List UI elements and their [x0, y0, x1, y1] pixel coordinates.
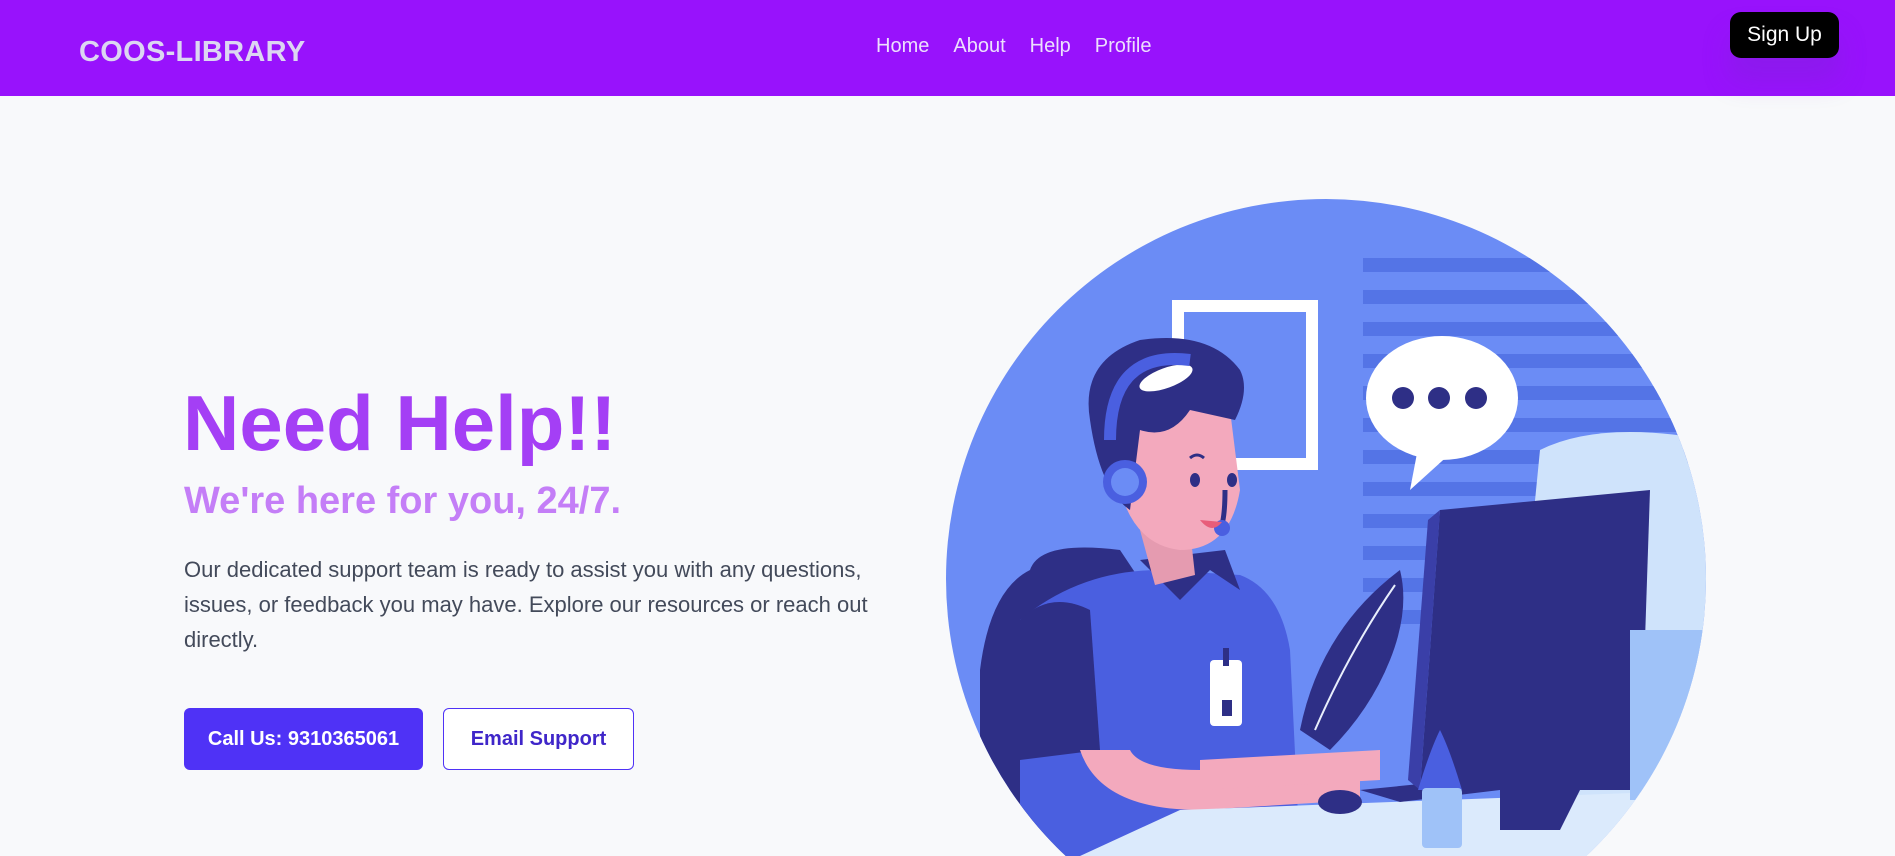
- nav-link-home[interactable]: Home: [876, 35, 929, 58]
- hero-subtitle: We're here for you, 24/7.: [184, 480, 622, 522]
- hero-title: Need Help!!: [183, 379, 617, 467]
- sign-up-button[interactable]: Sign Up: [1730, 12, 1839, 58]
- nav-link-about[interactable]: About: [953, 35, 1005, 58]
- nav-links: Home About Help Profile: [876, 35, 1151, 58]
- nav-link-help[interactable]: Help: [1030, 35, 1071, 58]
- support-agent-illustration: [940, 190, 1710, 856]
- call-us-button[interactable]: Call Us: 9310365061: [184, 708, 423, 770]
- hero-description: Our dedicated support team is ready to a…: [184, 557, 868, 652]
- navbar: COOS-LIBRARY Home About Help Profile Sig…: [0, 0, 1895, 96]
- brand-logo[interactable]: COOS-LIBRARY: [79, 36, 305, 69]
- email-support-button[interactable]: Email Support: [443, 708, 634, 770]
- nav-link-profile[interactable]: Profile: [1095, 35, 1152, 58]
